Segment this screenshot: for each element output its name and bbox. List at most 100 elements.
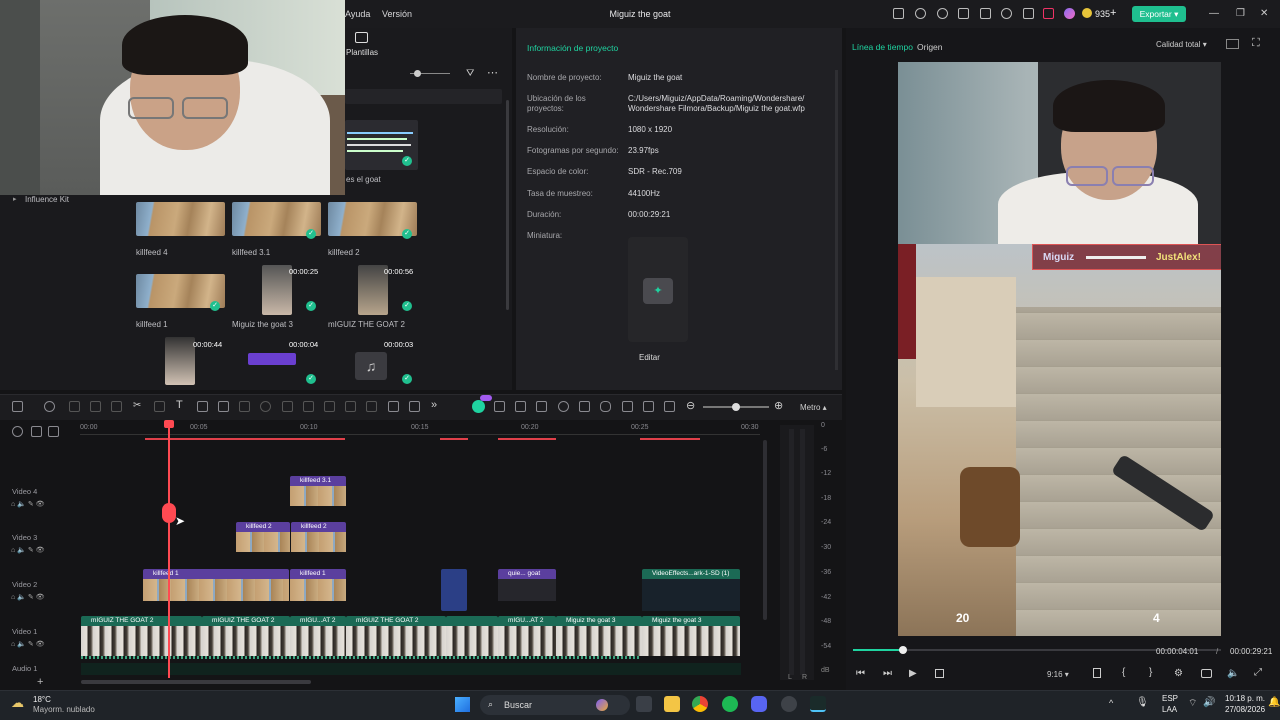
transform-icon[interactable] <box>197 401 208 412</box>
clip-killfeed1[interactable]: killfeed 1 <box>143 569 289 601</box>
effects-icon[interactable] <box>536 401 547 412</box>
speed-icon[interactable] <box>260 401 271 412</box>
download-icon[interactable] <box>1023 8 1034 19</box>
expand-icon[interactable]: ▸ <box>13 195 17 203</box>
stop-icon[interactable] <box>935 669 944 678</box>
tab-timeline[interactable]: Línea de tiempo <box>852 42 913 52</box>
minimize-icon[interactable]: — <box>1209 8 1219 19</box>
caption-icon[interactable] <box>48 426 59 437</box>
close-icon[interactable]: ✕ <box>1260 8 1268 19</box>
mixer-icon[interactable] <box>622 401 633 412</box>
clip-video1[interactable]: mIGUIZ THE GOAT 2 <box>346 616 446 656</box>
playhead[interactable] <box>168 420 170 678</box>
menu-version[interactable]: Versión <box>382 9 412 19</box>
zoom-in-icon[interactable]: ⊕ <box>774 399 783 412</box>
clip-video1[interactable]: Miguiz the goat 3 <box>556 616 642 656</box>
file-explorer-icon[interactable] <box>664 696 680 712</box>
scene-icon[interactable] <box>515 401 526 412</box>
video-preview[interactable]: Miguiz JustAlex! 20 4 <box>898 62 1221 636</box>
motion-icon[interactable] <box>388 401 399 412</box>
more-tools-icon[interactable]: » <box>431 399 437 411</box>
clip-video1[interactable]: mIGUIZ THE GOAT 2 <box>202 616 290 656</box>
expand-icon[interactable]: ⤢ <box>1254 667 1262 678</box>
color-icon[interactable] <box>239 401 250 412</box>
media-thumb-killfeed4[interactable] <box>136 202 225 236</box>
music-icon[interactable]: ♫ <box>355 352 387 380</box>
media-thumb-clip[interactable] <box>165 337 195 385</box>
clock-date[interactable]: 27/08/2026 <box>1225 705 1265 714</box>
snap-icon[interactable] <box>494 401 505 412</box>
sidebar-item-influence-kit[interactable]: Influence Kit <box>25 195 69 204</box>
audio-tool-icon[interactable] <box>324 401 335 412</box>
layout-grid-icon[interactable] <box>12 401 23 412</box>
steam-icon[interactable] <box>781 696 797 712</box>
apps-icon[interactable] <box>1043 8 1054 19</box>
stabilize-icon[interactable] <box>303 401 314 412</box>
playhead-handle[interactable] <box>164 420 174 428</box>
fullscreen-icon[interactable]: ⛶ <box>1252 37 1260 50</box>
lang-layout[interactable]: LAA <box>1162 705 1177 714</box>
marker-icon[interactable] <box>1093 668 1101 678</box>
playhead-grab-handle[interactable] <box>162 503 176 523</box>
clip-quien-goat[interactable]: quie... goat <box>498 569 556 601</box>
avatar[interactable] <box>1064 8 1075 19</box>
select-tool-icon[interactable] <box>44 401 55 412</box>
filter-icon[interactable]: ⛛ <box>466 68 474 79</box>
clip-video1[interactable]: mIGU...AT 2 <box>290 616 346 656</box>
save-icon[interactable] <box>980 8 991 19</box>
mic-tray-icon[interactable]: 🎙 <box>1136 697 1149 708</box>
headset-icon[interactable] <box>937 8 948 19</box>
windows-start-icon[interactable] <box>455 697 470 712</box>
media-thumb-killfeed[interactable] <box>248 353 296 365</box>
timeline-hscrollbar[interactable] <box>81 680 311 684</box>
clip-video1[interactable]: mIGU...AT 2 <box>498 616 556 656</box>
camera-icon[interactable] <box>1201 669 1212 678</box>
notification-icon[interactable]: 🔔 <box>1268 697 1280 708</box>
wifi-icon[interactable]: ⌔ <box>1188 697 1197 710</box>
layout-icon[interactable] <box>958 8 969 19</box>
settings-icon[interactable]: ⚙ <box>1174 668 1183 679</box>
gift-icon[interactable] <box>893 8 904 19</box>
prev-frame-icon[interactable]: ⏮ <box>856 668 865 679</box>
clip-killfeed31[interactable]: killfeed 3.1 <box>290 476 346 506</box>
weather-icon[interactable]: ☁ <box>11 695 24 711</box>
undo-icon[interactable] <box>69 401 80 412</box>
clip-video1[interactable]: Miguiz the goat 3 <box>642 616 740 656</box>
clip-killfeed2[interactable]: killfeed 2 <box>291 522 346 552</box>
volume-icon[interactable]: 🔈 <box>1227 668 1239 679</box>
track-controls-icon[interactable]: ⌂ 🔈 ✎ 👁 <box>11 593 45 601</box>
snapshot-icon[interactable] <box>1226 39 1239 49</box>
playback-handle[interactable] <box>898 646 907 654</box>
timeline-zoom-handle[interactable] <box>732 403 740 411</box>
redo-icon[interactable] <box>90 401 101 412</box>
mic-icon[interactable] <box>600 401 611 412</box>
media-thumb-miguiz3[interactable] <box>262 265 292 315</box>
mask-icon[interactable] <box>282 401 293 412</box>
clip-video1[interactable] <box>446 616 498 656</box>
clip-video-effects[interactable]: VideoEffects...ark-1-SD (1) <box>642 569 740 611</box>
maximize-icon[interactable]: ❐ <box>1236 8 1245 19</box>
tab-source[interactable]: Origen <box>917 42 943 52</box>
play-icon[interactable]: ▶ <box>909 668 917 679</box>
more-icon[interactable]: ⋯ <box>487 66 498 79</box>
taskbar-search[interactable]: ⌕ Buscar <box>480 695 630 715</box>
pip-icon[interactable] <box>664 401 675 412</box>
split-icon[interactable]: ✂ <box>133 400 141 411</box>
track-controls-icon[interactable]: ⌂ 🔈 ✎ 👁 <box>11 546 45 554</box>
mark-in-icon[interactable]: { <box>1122 667 1125 678</box>
timeline-vscrollbar[interactable] <box>763 440 767 620</box>
clip-small[interactable] <box>441 569 467 611</box>
audio-track-clip[interactable] <box>81 663 741 675</box>
timeline-settings-icon[interactable] <box>12 426 23 437</box>
zoom-out-icon[interactable]: ⊖ <box>686 399 695 412</box>
text-icon[interactable]: T <box>176 399 183 411</box>
lang-code[interactable]: ESP <box>1162 694 1178 703</box>
edit-thumbnail-button[interactable]: Editar <box>639 353 660 362</box>
ai-copilot-icon[interactable] <box>472 400 485 413</box>
media-scrollbar[interactable] <box>506 100 509 310</box>
next-frame-icon[interactable]: ⏭ <box>883 668 892 679</box>
keyframe-icon[interactable] <box>345 401 356 412</box>
spotify-icon[interactable] <box>722 696 738 712</box>
add-credits-icon[interactable]: + <box>1110 7 1116 19</box>
sun-icon[interactable] <box>915 8 926 19</box>
